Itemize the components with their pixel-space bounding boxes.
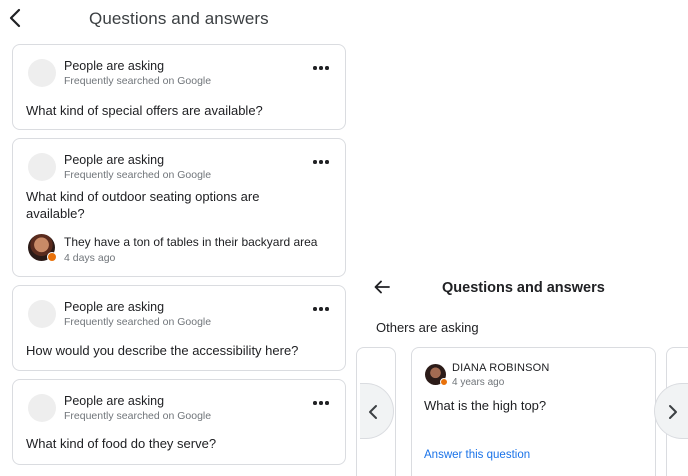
asking-label: People are asking [64, 153, 165, 167]
section-label: Others are asking [376, 320, 479, 335]
avatar-placeholder [28, 59, 56, 87]
question-card[interactable]: People are asking Frequently searched on… [12, 285, 346, 371]
carousel-next-button[interactable] [654, 383, 688, 439]
answer-question-link[interactable]: Answer this question [424, 449, 530, 461]
question-text: How would you describe the accessibility… [26, 343, 299, 358]
page-title: Questions and answers [442, 280, 605, 296]
source-label: Frequently searched on Google [64, 410, 212, 422]
author-name[interactable]: DIANA ROBINSON [452, 362, 550, 374]
chevron-left-icon [369, 405, 377, 419]
more-horizontal-icon[interactable] [313, 306, 329, 312]
answerer-avatar[interactable] [28, 234, 57, 262]
page-title: Questions and answers [89, 9, 269, 28]
more-horizontal-icon[interactable] [313, 159, 329, 165]
question-card[interactable]: DIANA ROBINSON 4 years ago What is the h… [411, 347, 656, 476]
question-text: What kind of food do they serve? [26, 436, 217, 451]
question-timestamp: 4 years ago [452, 377, 505, 388]
source-label: Frequently searched on Google [64, 169, 212, 181]
qa-list-panel: Questions and answers People are asking … [0, 0, 360, 476]
local-guide-badge-icon [440, 378, 448, 386]
source-label: Frequently searched on Google [64, 75, 212, 87]
asking-label: People are asking [64, 394, 165, 408]
local-guide-badge-icon [47, 252, 57, 262]
more-horizontal-icon[interactable] [313, 65, 329, 71]
author-avatar[interactable] [425, 364, 448, 386]
qa-carousel-panel: Questions and answers Others are asking … [356, 262, 688, 476]
avatar-placeholder [28, 153, 56, 181]
asking-label: People are asking [64, 300, 165, 314]
answer-text: They have a ton of tables in their backy… [64, 235, 318, 249]
answer-timestamp: 4 days ago [64, 252, 116, 264]
source-label: Frequently searched on Google [64, 316, 212, 328]
question-card[interactable]: People are asking Frequently searched on… [12, 138, 346, 277]
asking-label: People are asking [64, 59, 165, 73]
chevron-left-icon[interactable] [8, 8, 22, 28]
question-text: What is the high top? [424, 398, 547, 413]
chevron-right-icon [669, 405, 677, 419]
qa-header: Questions and answers [0, 0, 360, 40]
question-text: What kind of special offers are availabl… [26, 103, 263, 118]
question-text: What kind of outdoor seating options are… [26, 189, 260, 221]
avatar-placeholder [28, 394, 56, 422]
avatar-placeholder [28, 300, 56, 328]
more-horizontal-icon[interactable] [313, 400, 329, 406]
arrow-left-icon[interactable] [374, 280, 390, 294]
question-card[interactable]: People are asking Frequently searched on… [12, 44, 346, 130]
question-card[interactable]: People are asking Frequently searched on… [12, 379, 346, 465]
